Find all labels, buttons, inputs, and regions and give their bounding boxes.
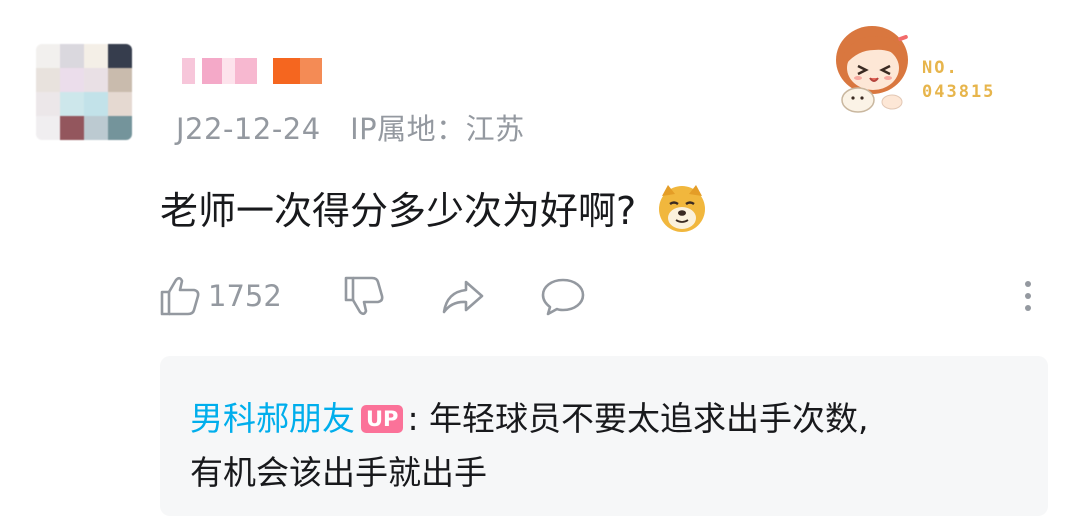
up-badge: UP bbox=[361, 405, 404, 433]
like-button[interactable]: 1752 bbox=[158, 270, 282, 322]
thumbs-down-icon bbox=[344, 276, 384, 316]
doge-emoji-icon bbox=[659, 184, 706, 232]
comment-meta: J22-12-24 IP属地：江苏 bbox=[176, 106, 525, 148]
comment-text-row: 老师一次得分多少次为好啊? bbox=[160, 180, 708, 235]
reply-button[interactable] bbox=[540, 270, 586, 322]
fan-badge-number: NO. 043815 bbox=[922, 56, 995, 104]
comment-action-bar: 1752 bbox=[158, 270, 1038, 322]
reply-text-2: 有机会该出手就出手 bbox=[190, 453, 487, 492]
fan-badge-value: 043815 bbox=[922, 82, 996, 102]
share-arrow-icon bbox=[442, 280, 484, 314]
reply-text-1: : 年轻球员不要太追求出手次数, bbox=[407, 399, 869, 438]
reply-line-1: 男科郝朋友 UP: 年轻球员不要太追求出手次数, bbox=[190, 392, 869, 440]
reply-preview[interactable]: 男科郝朋友 UP: 年轻球员不要太追求出手次数, 有机会该出手就出手 bbox=[160, 356, 1048, 516]
comment-date: J22-12-24 bbox=[176, 112, 321, 146]
fan-badge-character-icon bbox=[836, 26, 908, 113]
dislike-button[interactable] bbox=[342, 270, 386, 322]
share-button[interactable] bbox=[440, 270, 486, 322]
thumbs-up-icon bbox=[160, 276, 200, 316]
like-count: 1752 bbox=[208, 279, 282, 313]
reply-author[interactable]: 男科郝朋友 bbox=[190, 399, 355, 438]
comment-text: 老师一次得分多少次为好啊? bbox=[160, 189, 637, 233]
comment-bubble-icon bbox=[541, 278, 585, 316]
fan-badge-no-label: NO. bbox=[922, 58, 959, 78]
avatar[interactable] bbox=[36, 44, 132, 140]
more-vertical-icon bbox=[1025, 281, 1031, 311]
more-options-button[interactable] bbox=[1020, 270, 1036, 322]
reply-line-2: 有机会该出手就出手 bbox=[190, 446, 487, 494]
username[interactable] bbox=[182, 58, 322, 84]
ip-location: IP属地：江苏 bbox=[350, 112, 525, 146]
